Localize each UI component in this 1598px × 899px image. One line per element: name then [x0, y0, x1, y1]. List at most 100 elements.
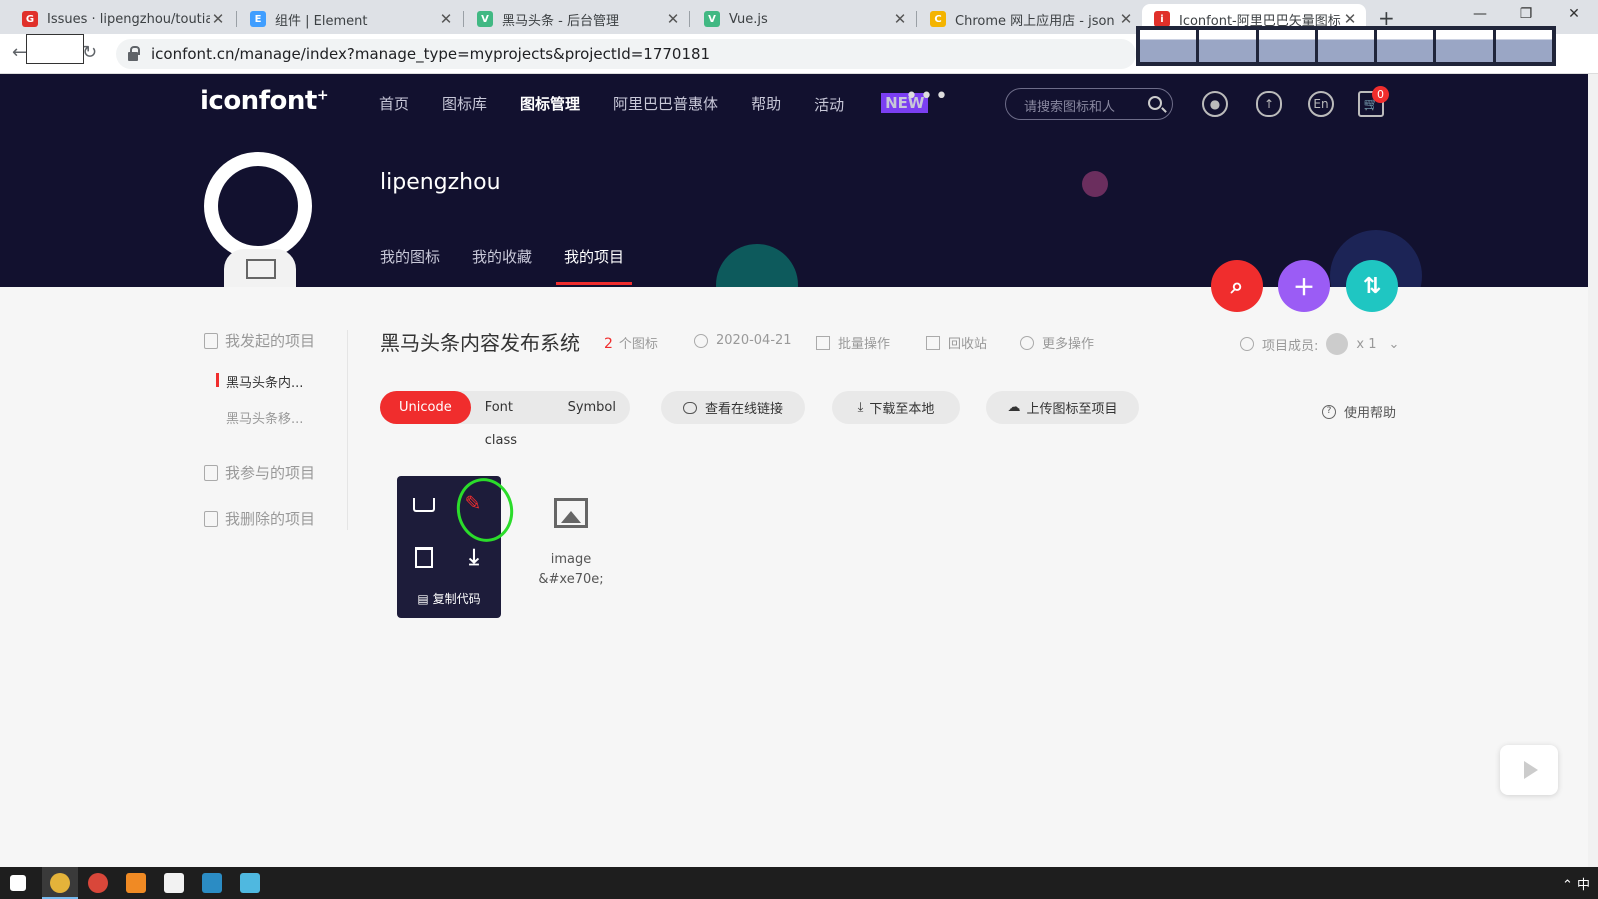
tab-title: Chrome 网上应用店 - json: [955, 13, 1115, 29]
add-to-cart-icon[interactable]: [411, 492, 437, 518]
input-method-indicator[interactable]: ⌃ 中: [1562, 874, 1590, 893]
tab-close-icon[interactable]: ✕: [892, 10, 908, 28]
tab-close-icon[interactable]: ✕: [210, 10, 226, 28]
sort-button[interactable]: ⇅: [1346, 260, 1398, 312]
new-project-button[interactable]: ＋: [1278, 260, 1330, 312]
nav-icon-library[interactable]: 图标库: [442, 93, 487, 115]
avatar[interactable]: [204, 152, 312, 260]
upload-to-project-button[interactable]: ☁ 上传图标至项目: [986, 391, 1139, 424]
maximize-icon[interactable]: ❐: [1506, 6, 1546, 22]
project-members[interactable]: 项目成员: x 1 ⌄: [1240, 333, 1399, 355]
video-play-button[interactable]: [1500, 745, 1558, 795]
clock-icon: [694, 333, 708, 348]
tab-favicon-icon: V: [477, 11, 493, 27]
cloud-app-icon[interactable]: [240, 873, 260, 893]
browser-tab[interactable]: V 黑马头条 - 后台管理 ✕: [465, 4, 689, 34]
tab-my-favorites[interactable]: 我的收藏: [472, 246, 532, 285]
search-placeholder: 请搜索图标和人: [1024, 100, 1116, 115]
sublime-icon[interactable]: [126, 873, 146, 893]
search-input[interactable]: 请搜索图标和人: [1005, 88, 1173, 120]
icon-card[interactable]: image &#xe70e;: [526, 490, 616, 590]
upload-icon: ☁: [1007, 400, 1021, 415]
view-online-link-button[interactable]: 查看在线链接: [661, 391, 805, 424]
recycle-bin-button[interactable]: 回收站: [926, 333, 987, 352]
minimize-icon[interactable]: —: [1460, 6, 1500, 22]
tab-close-icon[interactable]: ✕: [1118, 10, 1134, 28]
chevron-down-icon[interactable]: ⌄: [1389, 337, 1400, 352]
nav-help[interactable]: 帮助: [751, 93, 781, 115]
mode-symbol[interactable]: Symbol: [554, 391, 630, 424]
lock-icon: [128, 45, 140, 61]
sidebar-joined-projects[interactable]: 我参与的项目: [204, 462, 315, 483]
browser-tab[interactable]: G Issues · lipengzhou/toutiao ✕: [10, 4, 234, 34]
avatar-body: [224, 249, 296, 287]
tab-title: Vue.js: [729, 11, 768, 27]
batch-ops-button[interactable]: 批量操作: [816, 333, 890, 352]
project-icon: [204, 510, 218, 527]
url-input[interactable]: iconfont.cn/manage/index?manage_type=myp…: [116, 39, 1136, 69]
project-icon: [204, 332, 218, 349]
tab-my-projects[interactable]: 我的项目: [556, 246, 633, 285]
notepad-icon[interactable]: [164, 873, 184, 893]
nav-icon-manage[interactable]: 图标管理: [520, 93, 580, 115]
chrome-icon[interactable]: [50, 873, 70, 893]
tab-my-icons[interactable]: 我的图标: [380, 246, 440, 285]
screenshot-thumbnail: [26, 34, 84, 64]
tab-close-icon[interactable]: ✕: [665, 10, 681, 28]
batch-icon: [816, 335, 830, 350]
icon-unicode: &#xe70e;: [538, 572, 604, 587]
project-icon: [204, 464, 218, 481]
trash-icon: [926, 335, 940, 350]
github-icon[interactable]: ●: [1202, 91, 1228, 117]
eye-icon: [682, 401, 697, 414]
more-nav-icon[interactable]: •••: [905, 84, 950, 109]
delete-icon[interactable]: [411, 544, 437, 570]
usage-help-link[interactable]: ? 使用帮助: [1322, 402, 1396, 421]
icon-name: image: [550, 552, 592, 567]
nav-home[interactable]: 首页: [379, 93, 409, 115]
windows-taskbar: ⌃ 中: [0, 867, 1598, 899]
download-icon[interactable]: ⤓: [461, 544, 487, 570]
search-icon[interactable]: [1148, 96, 1162, 110]
more-ops-button[interactable]: 更多操作: [1020, 333, 1094, 352]
chrome-icon[interactable]: [88, 873, 108, 893]
user-icon: [1240, 337, 1254, 351]
browser-tab[interactable]: E 组件 | Element ✕: [238, 4, 462, 34]
sidebar-project-item[interactable]: 黑马头条内...: [215, 372, 303, 391]
nav-puhuiti[interactable]: 阿里巴巴普惠体: [613, 93, 718, 115]
window-thumbnail-strip: [1136, 26, 1556, 66]
page-scrollbar[interactable]: [1588, 74, 1598, 867]
reload-icon[interactable]: ↻: [82, 42, 97, 63]
project-date: 2020-04-21: [694, 333, 792, 348]
help-icon: ?: [1322, 404, 1336, 419]
decoration-circle: [1082, 171, 1108, 197]
tab-close-icon[interactable]: ✕: [438, 10, 454, 28]
copy-code-button[interactable]: ▤ 复制代码: [397, 590, 501, 607]
sidebar-deleted-projects[interactable]: 我删除的项目: [204, 508, 315, 529]
profile-tabs: 我的图标 我的收藏 我的项目: [380, 246, 656, 285]
site-logo[interactable]: iconfont+: [200, 86, 329, 116]
editor-icon[interactable]: [202, 873, 222, 893]
upload-cloud-icon[interactable]: ↑: [1256, 91, 1282, 117]
more-icon: [1020, 335, 1034, 350]
code-mode-switch: Unicode Font class Symbol: [380, 391, 630, 448]
download-icon: ⤓: [857, 400, 864, 415]
download-local-button[interactable]: ⤓ 下载至本地: [832, 391, 960, 424]
tab-title: Issues · lipengzhou/toutiao: [47, 11, 210, 27]
tab-title: 黑马头条 - 后台管理: [502, 13, 619, 29]
windows-start-icon[interactable]: [10, 875, 26, 891]
browser-tab[interactable]: C Chrome 网上应用店 - json ✕: [918, 4, 1142, 34]
sidebar-started-projects[interactable]: 我发起的项目: [204, 330, 315, 351]
mode-unicode[interactable]: Unicode: [380, 391, 471, 424]
image-icon: [554, 498, 588, 528]
back-icon[interactable]: ←: [12, 42, 27, 63]
sidebar-project-item[interactable]: 黑马头条移...: [226, 408, 303, 427]
mode-font-class[interactable]: Font class: [471, 391, 554, 448]
browser-tab[interactable]: V Vue.js ✕: [692, 4, 916, 34]
language-icon[interactable]: En: [1308, 91, 1334, 117]
search-fab-button[interactable]: ⌕: [1211, 260, 1263, 312]
sidebar-divider: [347, 330, 348, 530]
close-window-icon[interactable]: ✕: [1554, 6, 1594, 22]
cart-count-badge: 0: [1372, 86, 1389, 103]
top-nav: 首页 图标库 图标管理 阿里巴巴普惠体 帮助 活动 NEW: [379, 93, 994, 115]
